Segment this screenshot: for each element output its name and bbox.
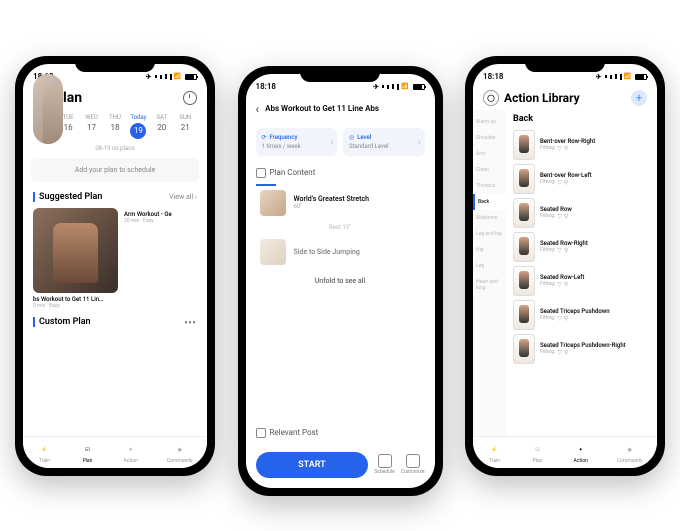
exercise-item[interactable]: World's Greatest Stretch 60'' (246, 186, 435, 220)
phone-action-library: 18:18 ✈ 📶 ○ Action Library + Warm upShou… (465, 56, 665, 476)
calendar-day[interactable]: SUN21 (174, 114, 197, 139)
sidebar-item-leg-and-hip[interactable]: Leg and hip (473, 226, 507, 242)
exercise-thumbnail (260, 239, 286, 265)
action-thumbnail (513, 334, 535, 364)
action-thumbnail (513, 164, 535, 194)
calendar-day[interactable]: THU18 (103, 114, 126, 139)
tab-action[interactable]: ✦Action (124, 443, 138, 464)
chevron-right-icon: › (418, 137, 420, 146)
level-icon: ◎ (349, 134, 354, 141)
sidebar-item-abdomen[interactable]: Abdomen (473, 210, 507, 226)
tab-community[interactable]: ◉Community (167, 443, 193, 464)
add-plan-card[interactable]: Add your plan to schedule (31, 158, 199, 182)
workout-title: Abs Workout to Get 11 Line Abs (265, 104, 424, 113)
tab-bar: ⚡Train ☑Plan ✦Action ◉Community (473, 436, 657, 468)
info-cards: ⟳Frequency 1 times / week › ◎Level Stand… (246, 122, 435, 162)
suggested-plan-header: Suggested Plan View all › (23, 186, 207, 208)
frequency-icon: ⟳ (262, 134, 267, 141)
tab-action[interactable]: ✦Action (574, 443, 588, 464)
action-thumbnail (513, 232, 535, 262)
customize-button[interactable]: Customize (401, 454, 425, 475)
action-item[interactable]: Seated Triceps Pushdown-RightFitting: ▽ … (513, 332, 651, 366)
library-body: Warm upShoulderArmChestThoracicBackAbdom… (473, 110, 657, 436)
screen-detail: 18:18 ✈ 📶 ‹ Abs Workout to Get 11 Line A… (246, 74, 435, 488)
tab-train[interactable]: ⚡Train (488, 443, 502, 464)
tab-community[interactable]: ◉Community (617, 443, 643, 464)
sidebar-item-thoracic[interactable]: Thoracic (473, 178, 507, 194)
rest-label: Rest 15'' (246, 220, 435, 235)
action-thumbnail (513, 300, 535, 330)
level-card[interactable]: ◎Level Standard Level › (343, 128, 425, 156)
header: ○ Action Library + (473, 86, 657, 110)
add-button[interactable]: + (631, 90, 647, 106)
no-plans-text: 08-19 no plans (23, 145, 207, 152)
exercise-thumbnail (260, 190, 286, 216)
status-time: 18:18 (256, 82, 276, 91)
suggested-plans-row[interactable]: bs Workout to Get 11 Lin… 0 min · Easy A… (23, 208, 207, 309)
action-thumbnail (513, 130, 535, 160)
plan-content-header: Plan Content (246, 162, 435, 184)
action-item[interactable]: Seated Row-RightFitting: ▽ ⚲ (513, 230, 651, 264)
action-item[interactable]: Bent-over Row-RightFitting: ▽ ⚲ (513, 128, 651, 162)
calendar-day[interactable]: SAT20 (150, 114, 173, 139)
sidebar-item-heart-and-lung[interactable]: Heart and lung (473, 274, 507, 296)
calendar-day[interactable]: WED17 (80, 114, 103, 139)
sidebar-item-arm[interactable]: Arm (473, 146, 507, 162)
phone-workout-detail: 18:18 ✈ 📶 ‹ Abs Workout to Get 11 Line A… (238, 66, 443, 496)
category-title: Back (513, 112, 651, 128)
status-icons: ✈ 📶 (146, 73, 197, 81)
category-sidebar[interactable]: Warm upShoulderArmChestThoracicBackAbdom… (473, 110, 507, 436)
post-icon (256, 428, 266, 438)
phone-plan: 18:18 ✈ 📶 ○ Plan MON15TUE16WED17THU18Tod… (15, 56, 215, 476)
schedule-button[interactable]: Schedule (374, 454, 394, 475)
sidebar-item-back[interactable]: Back (473, 194, 507, 210)
tab-plan[interactable]: ☑Plan (531, 443, 545, 464)
action-thumbnail (513, 266, 535, 296)
sidebar-item-warm-up[interactable]: Warm up (473, 114, 507, 130)
status-icons: ✈ 📶 (596, 73, 647, 81)
bottom-bar: START Schedule Customize (246, 444, 435, 488)
frequency-card[interactable]: ⟳Frequency 1 times / week › (256, 128, 338, 156)
chevron-right-icon: › (331, 137, 333, 146)
history-icon[interactable] (183, 91, 197, 105)
sidebar-item-leg[interactable]: Leg (473, 258, 507, 274)
relevant-post-header: Relevant Post (246, 422, 435, 444)
notch (75, 56, 155, 72)
custom-plan-header: Custom Plan ⋯ (23, 309, 207, 335)
status-icons: ✈ 📶 (373, 83, 424, 91)
screen-library: 18:18 ✈ 📶 ○ Action Library + Warm upShou… (473, 64, 657, 468)
sidebar-item-shoulder[interactable]: Shoulder (473, 130, 507, 146)
exercise-item[interactable]: Side to Side Jumping (246, 235, 435, 269)
page-title: Action Library (504, 91, 580, 105)
status-time: 18:18 (483, 72, 503, 81)
notch (300, 66, 380, 82)
back-button[interactable]: ‹ (256, 102, 260, 116)
view-all-link[interactable]: View all › (169, 193, 197, 201)
plan-thumbnail (33, 208, 118, 293)
tab-plan[interactable]: ☑Plan (81, 443, 95, 464)
plan-card-arm[interactable]: Arm Workout - Ge 20 min · Easy (124, 208, 207, 309)
more-icon[interactable]: ⋯ (184, 315, 197, 329)
notch (525, 56, 605, 72)
header: ‹ Abs Workout to Get 11 Line Abs (246, 96, 435, 122)
action-item[interactable]: Seated Row-LeftFitting: ▽ ⚲ (513, 264, 651, 298)
action-item[interactable]: Bent-over Row-LeftFitting: ▽ ⚲ (513, 162, 651, 196)
tab-train[interactable]: ⚡Train (38, 443, 52, 464)
action-thumbnail (513, 198, 535, 228)
unfold-button[interactable]: Unfold to see all (246, 269, 435, 293)
library-icon: ○ (483, 90, 499, 106)
screen-plan: 18:18 ✈ 📶 ○ Plan MON15TUE16WED17THU18Tod… (23, 64, 207, 468)
action-item[interactable]: Seated Triceps PushdownFitting: ▽ ⚲ (513, 298, 651, 332)
sidebar-item-chest[interactable]: Chest (473, 162, 507, 178)
calendar-day[interactable]: Today19 (127, 114, 150, 139)
sidebar-item-hip[interactable]: Hip (473, 242, 507, 258)
start-button[interactable]: START (256, 452, 369, 478)
action-item[interactable]: Seated RowFitting: ▽ ⚲ (513, 196, 651, 230)
list-icon (256, 168, 266, 178)
action-list[interactable]: Back Bent-over Row-RightFitting: ▽ ⚲Bent… (507, 110, 657, 436)
plan-card-abs[interactable]: bs Workout to Get 11 Lin… 0 min · Easy (33, 208, 118, 309)
tab-bar: ⚡Train ☑Plan ✦Action ◉Community (23, 436, 207, 468)
